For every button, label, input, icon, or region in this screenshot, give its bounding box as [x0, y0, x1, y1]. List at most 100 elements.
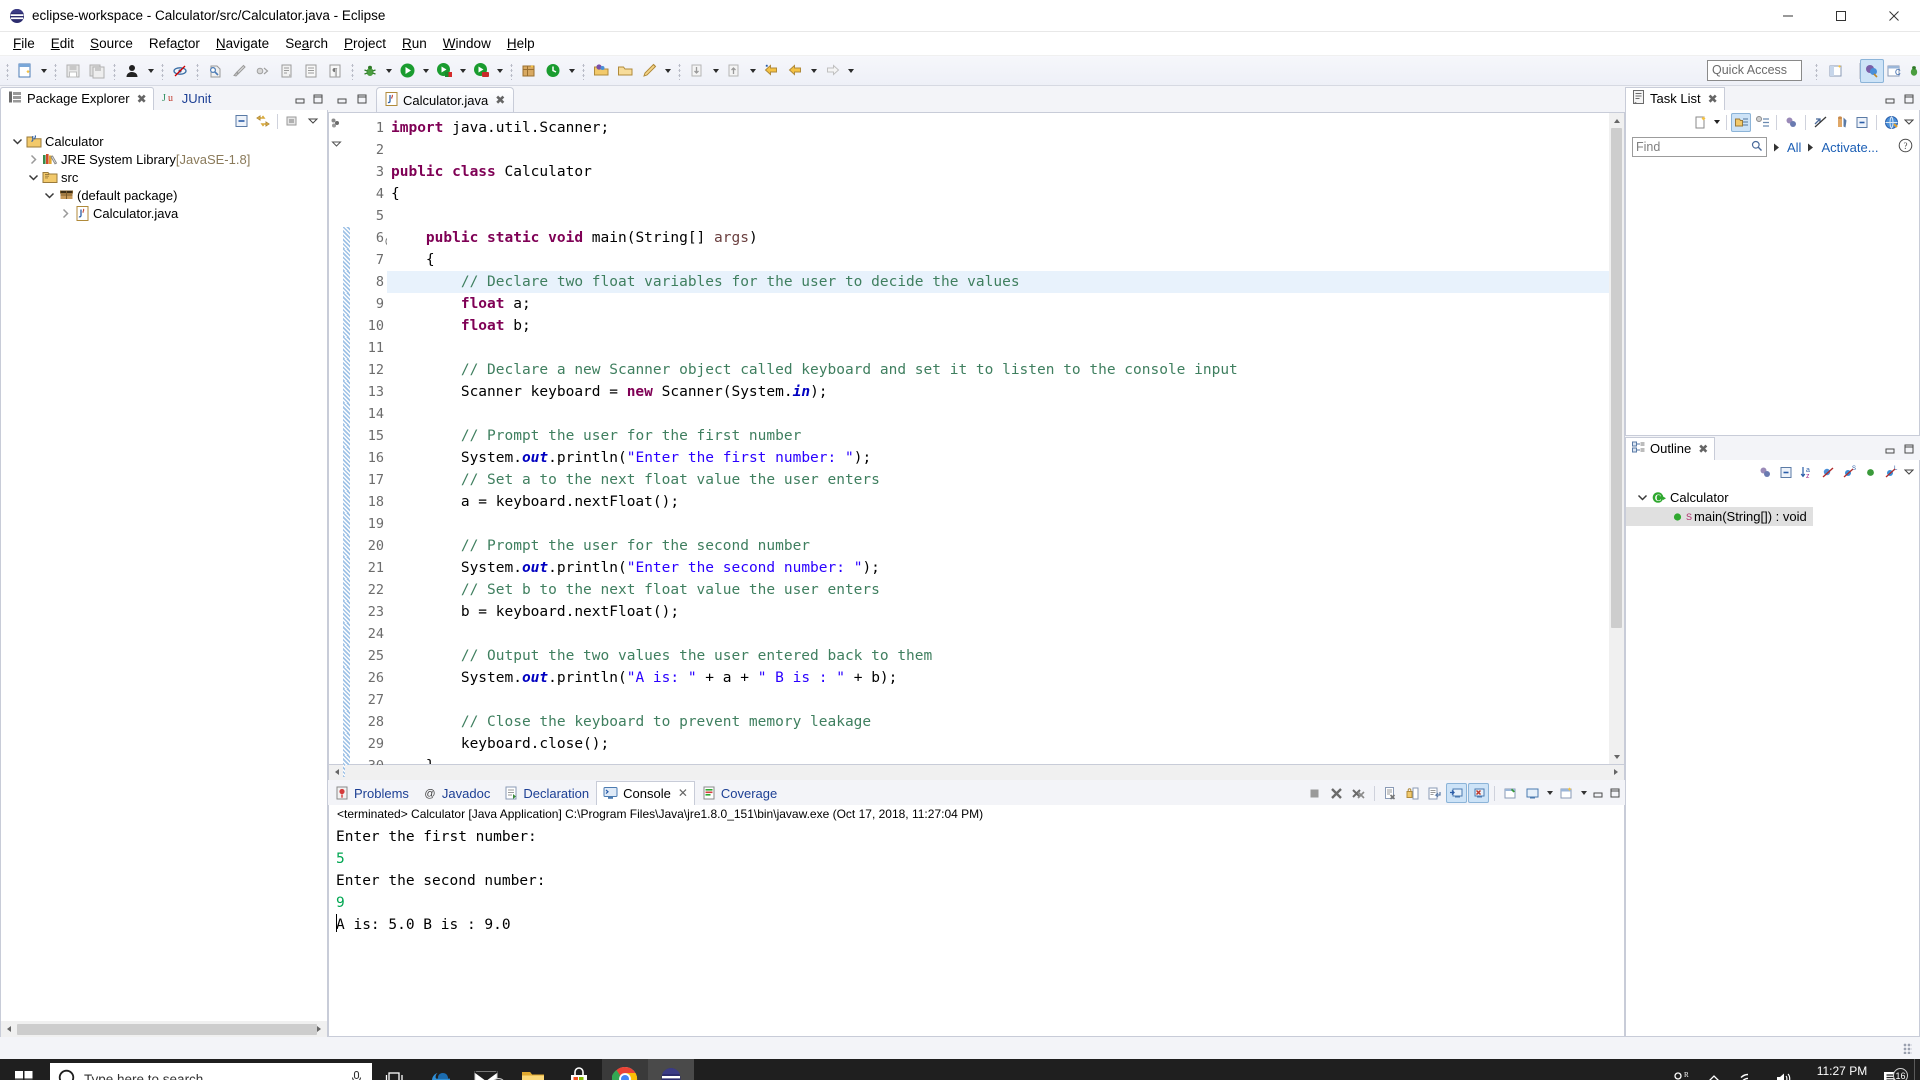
outline-item-main[interactable]: Smain(String[]) : void — [1626, 507, 1813, 526]
hide-fields-icon[interactable] — [1818, 463, 1838, 482]
collapse-all-icon[interactable] — [1776, 463, 1796, 482]
outline-maximize-icon[interactable] — [1901, 441, 1917, 457]
run-dropdown[interactable] — [419, 59, 432, 83]
tab-package-explorer[interactable]: Package Explorer ✖ — [0, 87, 154, 110]
toolbar-grip-10[interactable] — [1813, 62, 1820, 80]
code-line[interactable]: // Output the two values the user entere… — [387, 645, 1609, 667]
open-type-icon[interactable] — [589, 59, 613, 83]
toolbar-grip-7[interactable] — [508, 61, 515, 80]
open-task-icon[interactable] — [613, 59, 637, 83]
volume-icon[interactable] — [1766, 1059, 1802, 1080]
link-broken-icon[interactable] — [168, 59, 192, 83]
action-center-icon[interactable]: 16 — [1882, 1068, 1914, 1080]
back-icon[interactable] — [783, 59, 807, 83]
view-menu-icon[interactable] — [282, 112, 302, 131]
synchronize-changed-icon[interactable] — [1810, 113, 1830, 132]
code-line[interactable]: // Close the keyboard to prevent memory … — [387, 711, 1609, 733]
eclipse-icon[interactable] — [648, 1059, 694, 1080]
show-console-on-error-icon[interactable] — [1468, 783, 1489, 803]
remove-launch-icon[interactable] — [1326, 783, 1347, 803]
task-list-maximize-icon[interactable] — [1901, 91, 1917, 107]
console-tab-coverage[interactable]: Coverage — [695, 781, 784, 805]
hide-nonpublic-icon[interactable] — [1860, 463, 1880, 482]
menu-run[interactable]: Run — [394, 34, 435, 53]
menu-project[interactable]: Project — [336, 34, 394, 53]
code-line[interactable] — [387, 513, 1609, 535]
tree-item-calculator[interactable]: Calculator — [1, 132, 327, 150]
resize-grip[interactable] — [1903, 1043, 1912, 1054]
all-filter-arrow-icon[interactable] — [1773, 140, 1781, 155]
menu-window[interactable]: Window — [435, 34, 499, 53]
toolbar-grip-5[interactable] — [194, 61, 201, 80]
person-icon[interactable] — [120, 59, 144, 83]
scroll-down-icon[interactable] — [1609, 749, 1624, 764]
scheduled-presentation-icon[interactable] — [1752, 113, 1772, 132]
chevron-down-icon[interactable] — [9, 133, 25, 149]
tree-item-jre-system-library[interactable]: JRE System Library [JavaSE-1.8] — [1, 150, 327, 168]
menu-search[interactable]: Search — [277, 34, 336, 53]
pencil-icon[interactable] — [637, 59, 661, 83]
menu-file[interactable]: File — [5, 34, 43, 53]
console-minimize-icon[interactable] — [1590, 785, 1606, 801]
new-annotation-icon[interactable] — [541, 59, 565, 83]
mail-icon[interactable]: 91 — [464, 1059, 510, 1080]
code-line[interactable]: System.out.println("Enter the second num… — [387, 557, 1609, 579]
code-line[interactable]: a = keyboard.nextFloat(); — [387, 491, 1609, 513]
tab-calculator-java[interactable]: Calculator.java ✖ — [376, 87, 515, 112]
console-tab-console[interactable]: Console ✕ — [596, 781, 695, 805]
save-all-icon[interactable] — [85, 59, 109, 83]
display-console-dropdown[interactable] — [1544, 783, 1555, 803]
code-line[interactable]: Scanner keyboard = new Scanner(System.in… — [387, 381, 1609, 403]
task-view-icon[interactable] — [372, 1059, 418, 1080]
link-with-editor-icon[interactable] — [253, 112, 273, 131]
editor-annotation-ruler[interactable] — [329, 113, 343, 764]
hscroll-thumb[interactable] — [17, 1023, 317, 1035]
pilcrow-icon[interactable]: ¶ — [323, 59, 347, 83]
help-icon[interactable]: ? — [1898, 138, 1913, 156]
code-line[interactable]: public class Calculator — [387, 161, 1609, 183]
export-icon[interactable] — [275, 59, 299, 83]
close-button[interactable] — [1867, 0, 1920, 32]
code-line[interactable]: public static void main(String[] args) — [387, 227, 1609, 249]
pencil-dropdown[interactable] — [661, 59, 674, 83]
open-console-icon[interactable] — [1556, 783, 1577, 803]
view-menu-chevron-icon[interactable] — [303, 112, 323, 131]
collapse-ruler-icon[interactable] — [330, 138, 342, 153]
minimize-icon[interactable] — [292, 91, 308, 107]
new-wizard-dropdown[interactable] — [37, 59, 50, 83]
outline-item-calculator[interactable]: C Calculator — [1626, 488, 1919, 507]
new-wizard-icon[interactable] — [13, 59, 37, 83]
forward-dropdown[interactable] — [844, 59, 857, 83]
code-line[interactable] — [387, 689, 1609, 711]
debug-icon[interactable] — [358, 59, 382, 83]
word-wrap-icon[interactable] — [1424, 783, 1445, 803]
code-line[interactable] — [387, 403, 1609, 425]
console-tab-close-icon[interactable]: ✕ — [678, 786, 688, 800]
hide-static-icon[interactable]: S — [1839, 463, 1859, 482]
toolbar-grip[interactable] — [4, 61, 11, 80]
search-icon[interactable] — [1751, 140, 1763, 155]
next-annotation-icon[interactable] — [685, 59, 709, 83]
save-icon[interactable] — [61, 59, 85, 83]
code-text[interactable]: import java.util.Scanner; public class C… — [387, 113, 1609, 764]
focus-on-workweek-icon[interactable] — [1781, 113, 1801, 132]
last-edit-location-icon[interactable] — [759, 59, 783, 83]
forward-icon[interactable] — [820, 59, 844, 83]
code-line[interactable] — [387, 623, 1609, 645]
pin-console-icon[interactable] — [1500, 783, 1521, 803]
debug-dropdown[interactable] — [382, 59, 395, 83]
task-list-close-icon[interactable]: ✖ — [1708, 92, 1718, 106]
remove-all-terminated-icon[interactable] — [1348, 783, 1369, 803]
menu-refactor[interactable]: Refactor — [141, 34, 208, 53]
menu-source[interactable]: Source — [82, 34, 141, 53]
vscroll-thumb[interactable] — [1611, 128, 1622, 628]
editor-hscrollbar[interactable] — [328, 764, 1625, 780]
new-task-icon[interactable] — [1691, 113, 1711, 132]
annotation-dropdown[interactable] — [565, 59, 578, 83]
tab-task-list[interactable]: Task List ✖ — [1625, 87, 1725, 110]
new-task-dropdown[interactable] — [1712, 113, 1722, 132]
coverage-dropdown[interactable] — [456, 59, 469, 83]
task-view-menu-icon[interactable] — [1902, 113, 1916, 132]
open-console-dropdown[interactable] — [1578, 783, 1589, 803]
menu-help[interactable]: Help — [499, 34, 543, 53]
